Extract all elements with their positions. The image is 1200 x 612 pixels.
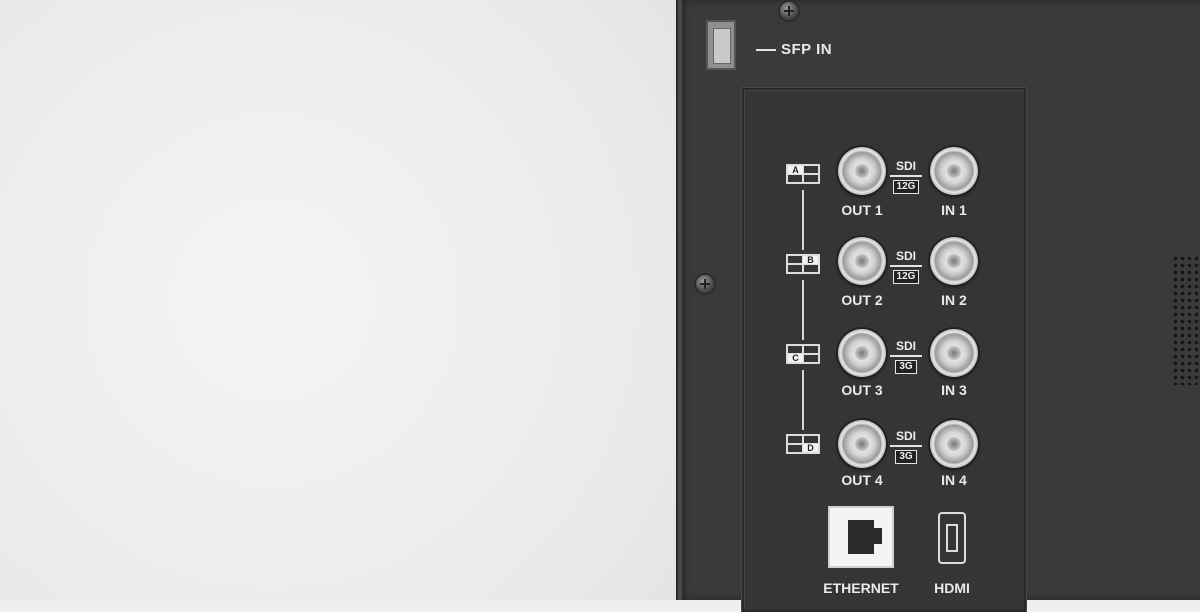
quad-connector-line — [802, 190, 804, 250]
bnc-in-3-connector — [930, 329, 978, 377]
sdi-label-1: SDI 12G — [890, 159, 922, 194]
out-2-label: OUT 2 — [841, 292, 883, 308]
screw-side — [696, 275, 714, 293]
quad-connector-line — [802, 370, 804, 430]
quad-connector-line — [802, 280, 804, 340]
in-2-label: IN 2 — [941, 292, 967, 308]
in-3-label: IN 3 — [941, 382, 967, 398]
bnc-out-1-connector — [838, 147, 886, 195]
hdmi-label: HDMI — [934, 580, 970, 596]
bnc-out-2-connector — [838, 237, 886, 285]
bnc-out-4-connector — [838, 420, 886, 468]
sdi-label-2: SDI 12G — [890, 249, 922, 284]
hdmi-port — [938, 512, 966, 564]
ethernet-port — [828, 506, 894, 568]
screw-top — [780, 2, 798, 20]
vent-grille — [1172, 255, 1200, 385]
sdi-label-3: SDI 3G — [890, 339, 922, 374]
quad-view-icon-d: D — [786, 434, 820, 454]
ethernet-label: ETHERNET — [823, 580, 899, 596]
sfp-port — [706, 20, 736, 70]
sfp-leader-line — [756, 49, 776, 51]
device-edge — [678, 0, 682, 600]
sfp-in-label: SFP IN — [781, 41, 833, 58]
sdi-label-4: SDI 3G — [890, 429, 922, 464]
bnc-in-2-connector — [930, 237, 978, 285]
quad-view-icon-a: A — [786, 164, 820, 184]
out-1-label: OUT 1 — [841, 202, 883, 218]
bnc-in-4-connector — [930, 420, 978, 468]
out-4-label: OUT 4 — [841, 472, 883, 488]
out-3-label: OUT 3 — [841, 382, 883, 398]
bnc-in-1-connector — [930, 147, 978, 195]
in-4-label: IN 4 — [941, 472, 967, 488]
in-1-label: IN 1 — [941, 202, 967, 218]
quad-view-icon-b: B — [786, 254, 820, 274]
background-left — [0, 0, 680, 600]
bnc-out-3-connector — [838, 329, 886, 377]
quad-view-icon-c: C — [786, 344, 820, 364]
